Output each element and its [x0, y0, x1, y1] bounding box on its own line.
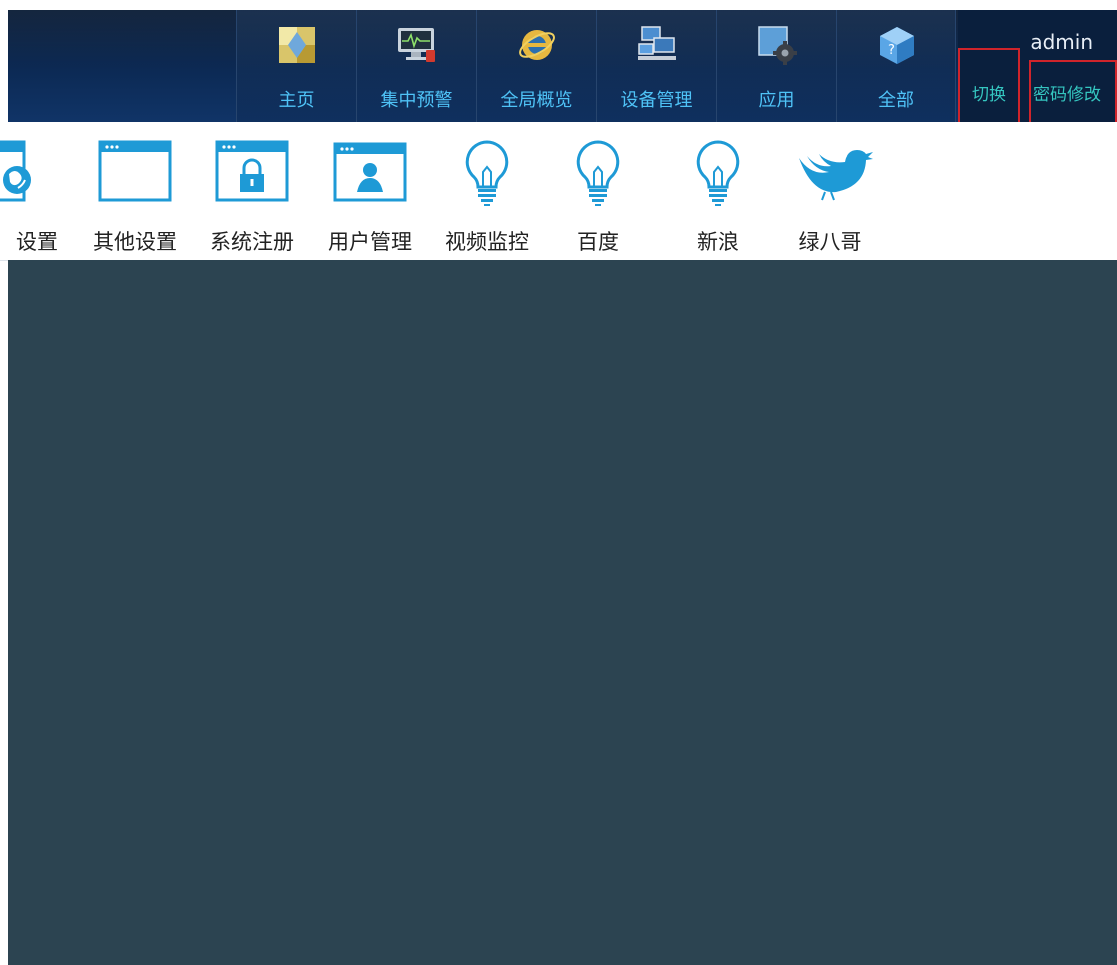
nav-devices[interactable]: 设备管理 [596, 10, 716, 122]
tool-baidu[interactable]: 百度 [543, 132, 653, 257]
main-nav: 主页 集中预警 全局概览 设备管理 应用 ? 全部 [236, 10, 956, 122]
tool-system-register-label: 系统注册 [210, 230, 294, 254]
tool-green-myna[interactable]: 绿八哥 [775, 132, 885, 257]
devices-icon [638, 26, 676, 60]
nav-alerts-label: 集中预警 [380, 90, 453, 111]
browser-user-icon [333, 142, 407, 202]
lightbulb-icon [465, 140, 509, 206]
nav-home[interactable]: 主页 [236, 10, 356, 122]
browser-lock-icon [215, 140, 289, 202]
top-header: 主页 集中预警 全局概览 设备管理 应用 ? 全部 admin 切换 密码修改 [8, 10, 1117, 122]
browser-window-icon [98, 140, 172, 202]
cube-help-icon: ? [880, 27, 914, 64]
tool-settings[interactable]: 设置 [0, 132, 58, 257]
monitor-warning-icon [398, 28, 435, 62]
nav-all-label: 全部 [878, 90, 914, 111]
tool-user-management-label: 用户管理 [328, 230, 412, 254]
tool-sina-label: 新浪 [697, 230, 739, 254]
switch-user-button[interactable]: 切换 [958, 48, 1020, 122]
tool-green-myna-label: 绿八哥 [798, 230, 862, 254]
nav-apps[interactable]: 应用 [716, 10, 836, 122]
tool-other-settings-label: 其他设置 [93, 230, 177, 254]
nav-overview-label: 全局概览 [500, 90, 573, 111]
tool-other-settings[interactable]: 其他设置 [80, 132, 190, 257]
shortcut-toolbar: 设置 其他设置 系统注册 用户管理 视频监控 百度 新浪 绿八哥 [0, 122, 1117, 261]
tool-settings-label: 设置 [16, 230, 58, 254]
tool-video-monitor[interactable]: 视频监控 [432, 132, 542, 257]
app-gear-icon [758, 26, 797, 65]
nav-alerts[interactable]: 集中预警 [356, 10, 476, 122]
nav-overview[interactable]: 全局概览 [476, 10, 596, 122]
ie-globe-icon [519, 30, 555, 60]
browser-globe-icon [0, 140, 31, 202]
nav-devices-label: 设备管理 [620, 90, 693, 111]
svg-text:?: ? [888, 43, 895, 58]
nav-all[interactable]: ? 全部 [836, 10, 956, 122]
nav-apps-label: 应用 [758, 90, 795, 111]
home-puzzle-icon [279, 27, 315, 63]
nav-home-label: 主页 [278, 90, 315, 111]
tool-video-monitor-label: 视频监控 [445, 230, 529, 254]
lightbulb-icon [576, 140, 620, 206]
bird-icon [799, 150, 873, 201]
tool-user-management[interactable]: 用户管理 [315, 132, 425, 257]
main-content-area [8, 260, 1117, 965]
change-password-button[interactable]: 密码修改 [1029, 60, 1117, 122]
tool-sina[interactable]: 新浪 [663, 132, 773, 257]
lightbulb-icon [696, 140, 740, 206]
tool-system-register[interactable]: 系统注册 [197, 132, 307, 257]
username: admin [1030, 30, 1093, 54]
tool-baidu-label: 百度 [577, 230, 619, 254]
user-area: admin 切换 密码修改 [958, 10, 1117, 122]
